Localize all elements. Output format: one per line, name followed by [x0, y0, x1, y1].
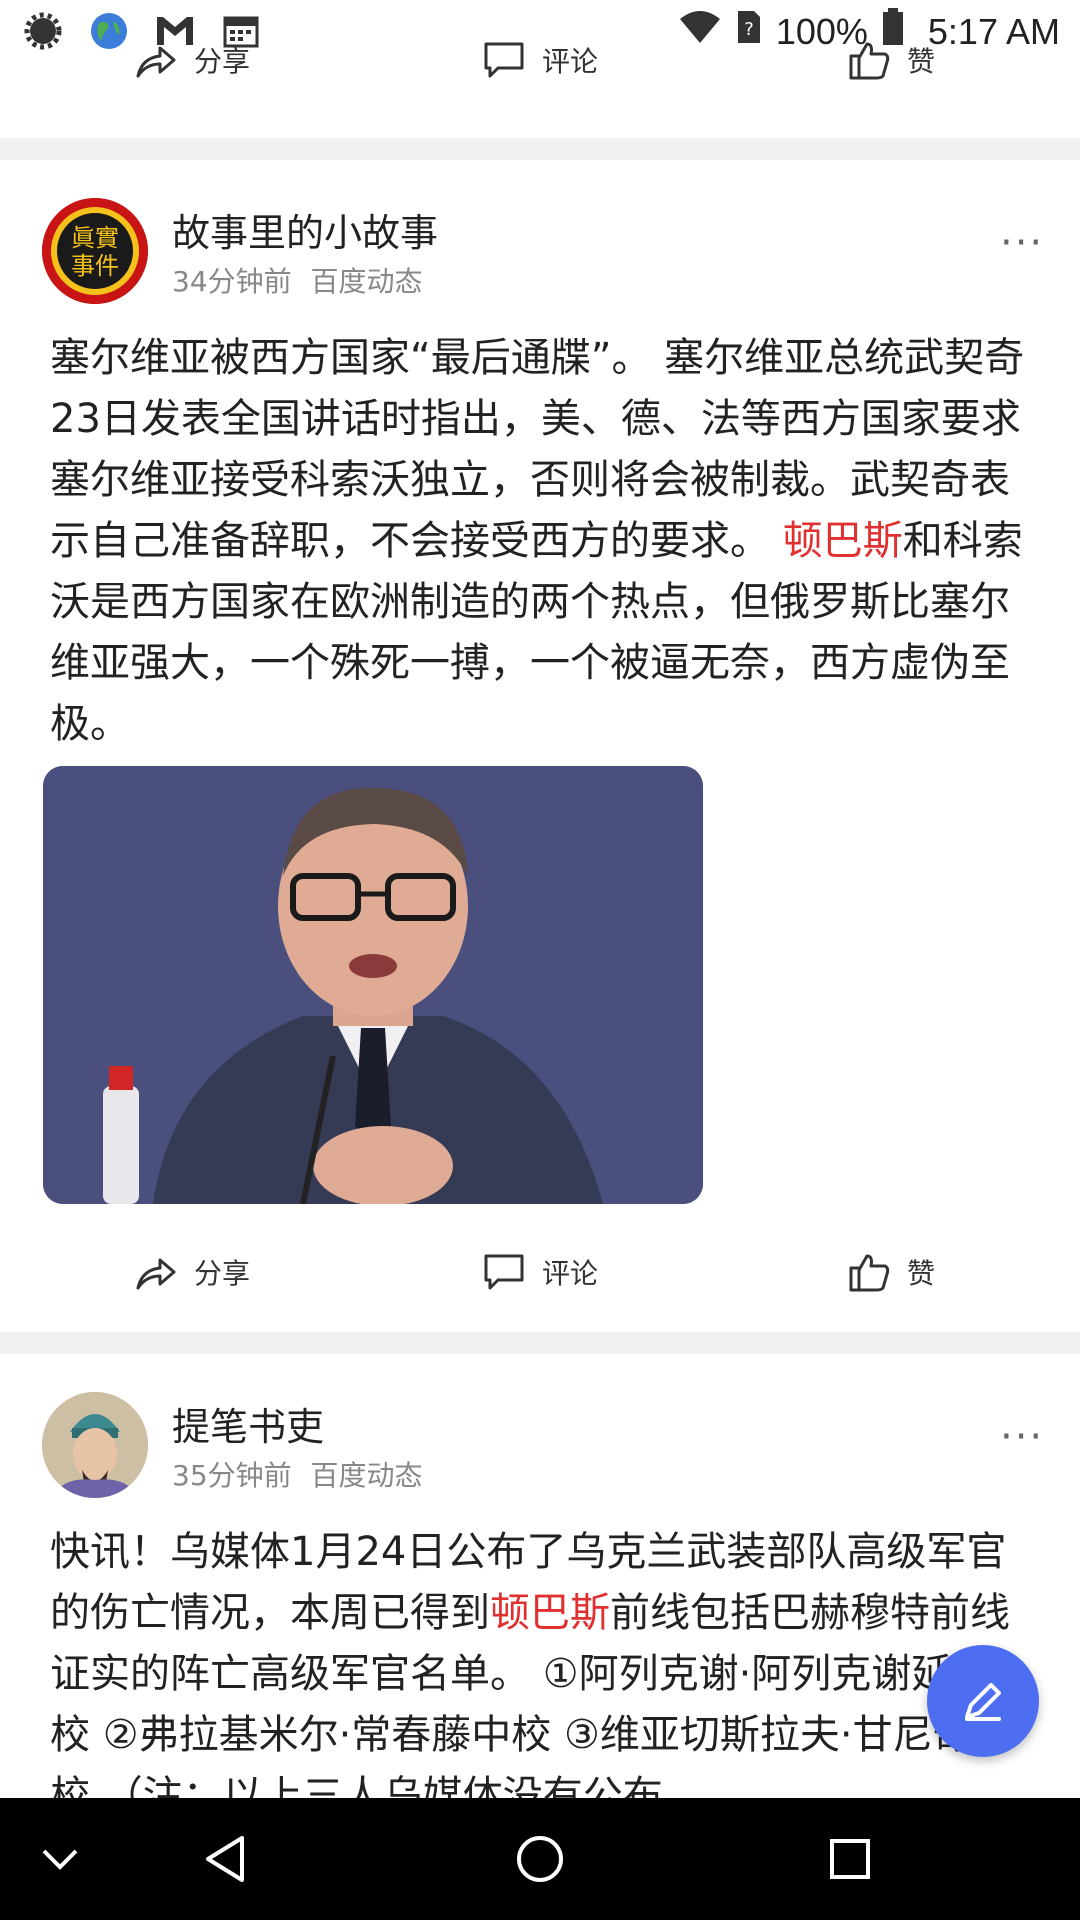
home-circle-icon — [517, 1836, 563, 1882]
comment-button[interactable]: 评论 — [480, 1232, 598, 1312]
system-navigation-bar — [0, 1798, 1080, 1920]
feed-post: 眞實 事件 故事里的小故事 34分钟前 百度动态 ··· 塞尔维亚被西方国家“最… — [0, 160, 1080, 1332]
topic-link[interactable]: 顿巴斯 — [490, 1590, 610, 1636]
like-label: 赞 — [907, 45, 936, 78]
recents-button[interactable] — [820, 1798, 880, 1920]
share-label: 分享 — [194, 45, 251, 78]
post-image[interactable] — [43, 766, 703, 1204]
share-button[interactable]: 分享 — [132, 36, 250, 86]
hide-keyboard-button[interactable] — [30, 1798, 90, 1920]
chevron-down-icon — [42, 1849, 78, 1870]
feed-divider — [0, 1332, 1080, 1354]
recents-square-icon — [830, 1839, 870, 1879]
more-options-button[interactable]: ··· — [1000, 1414, 1044, 1460]
post-meta: 35分钟前 百度动态 — [172, 1454, 423, 1494]
like-button[interactable]: 赞 — [845, 36, 935, 86]
back-button[interactable] — [195, 1798, 255, 1920]
compose-button[interactable] — [927, 1645, 1039, 1757]
post-text[interactable]: 快讯！乌媒体1月24日公布了乌克兰武装部队高级军官的伤亡情况，本周已得到顿巴斯前… — [50, 1522, 1040, 1798]
thumbs-up-icon — [849, 1254, 890, 1292]
avatar[interactable]: 眞實 事件 — [42, 198, 148, 304]
feed-divider — [0, 138, 1080, 160]
share-label: 分享 — [194, 1257, 251, 1290]
post-time: 34分钟前 — [172, 265, 292, 298]
pencil-icon — [965, 1683, 1001, 1721]
post-meta: 34分钟前 百度动态 — [172, 260, 423, 300]
like-label: 赞 — [907, 1257, 936, 1290]
topic-link[interactable]: 顿巴斯 — [783, 518, 903, 564]
back-triangle-icon — [206, 1836, 244, 1882]
comment-icon — [484, 1254, 524, 1290]
feed-post: 提笔书吏 35分钟前 百度动态 ··· 快讯！乌媒体1月24日公布了乌克兰武装部… — [0, 1354, 1080, 1798]
post-source: 百度动态 — [310, 265, 423, 298]
avatar[interactable] — [42, 1392, 148, 1498]
comment-label: 评论 — [542, 45, 599, 78]
author-name[interactable]: 故事里的小故事 — [172, 202, 438, 257]
comment-icon — [484, 42, 524, 78]
comment-button[interactable]: 评论 — [480, 36, 598, 86]
author-name[interactable]: 提笔书吏 — [172, 1396, 324, 1451]
like-button[interactable]: 赞 — [845, 1232, 935, 1312]
svg-text:眞實: 眞實 — [71, 224, 119, 252]
previous-post-actions: 分享 评论 赞 — [0, 36, 1080, 86]
share-button[interactable]: 分享 — [132, 1232, 250, 1312]
share-icon — [136, 1258, 176, 1290]
more-options-button[interactable]: ··· — [1000, 220, 1044, 266]
svg-text:事件: 事件 — [71, 252, 119, 280]
share-icon — [136, 46, 176, 78]
thumbs-up-icon — [849, 42, 890, 80]
post-text[interactable]: 塞尔维亚被西方国家“最后通牒”。 塞尔维亚总统武契奇23日发表全国讲话时指出，美… — [50, 328, 1040, 755]
post-source: 百度动态 — [310, 1459, 423, 1492]
post-time: 35分钟前 — [172, 1459, 292, 1492]
comment-label: 评论 — [542, 1257, 599, 1290]
home-button[interactable] — [510, 1798, 570, 1920]
post-actions: 分享 评论 赞 — [0, 1232, 1080, 1312]
